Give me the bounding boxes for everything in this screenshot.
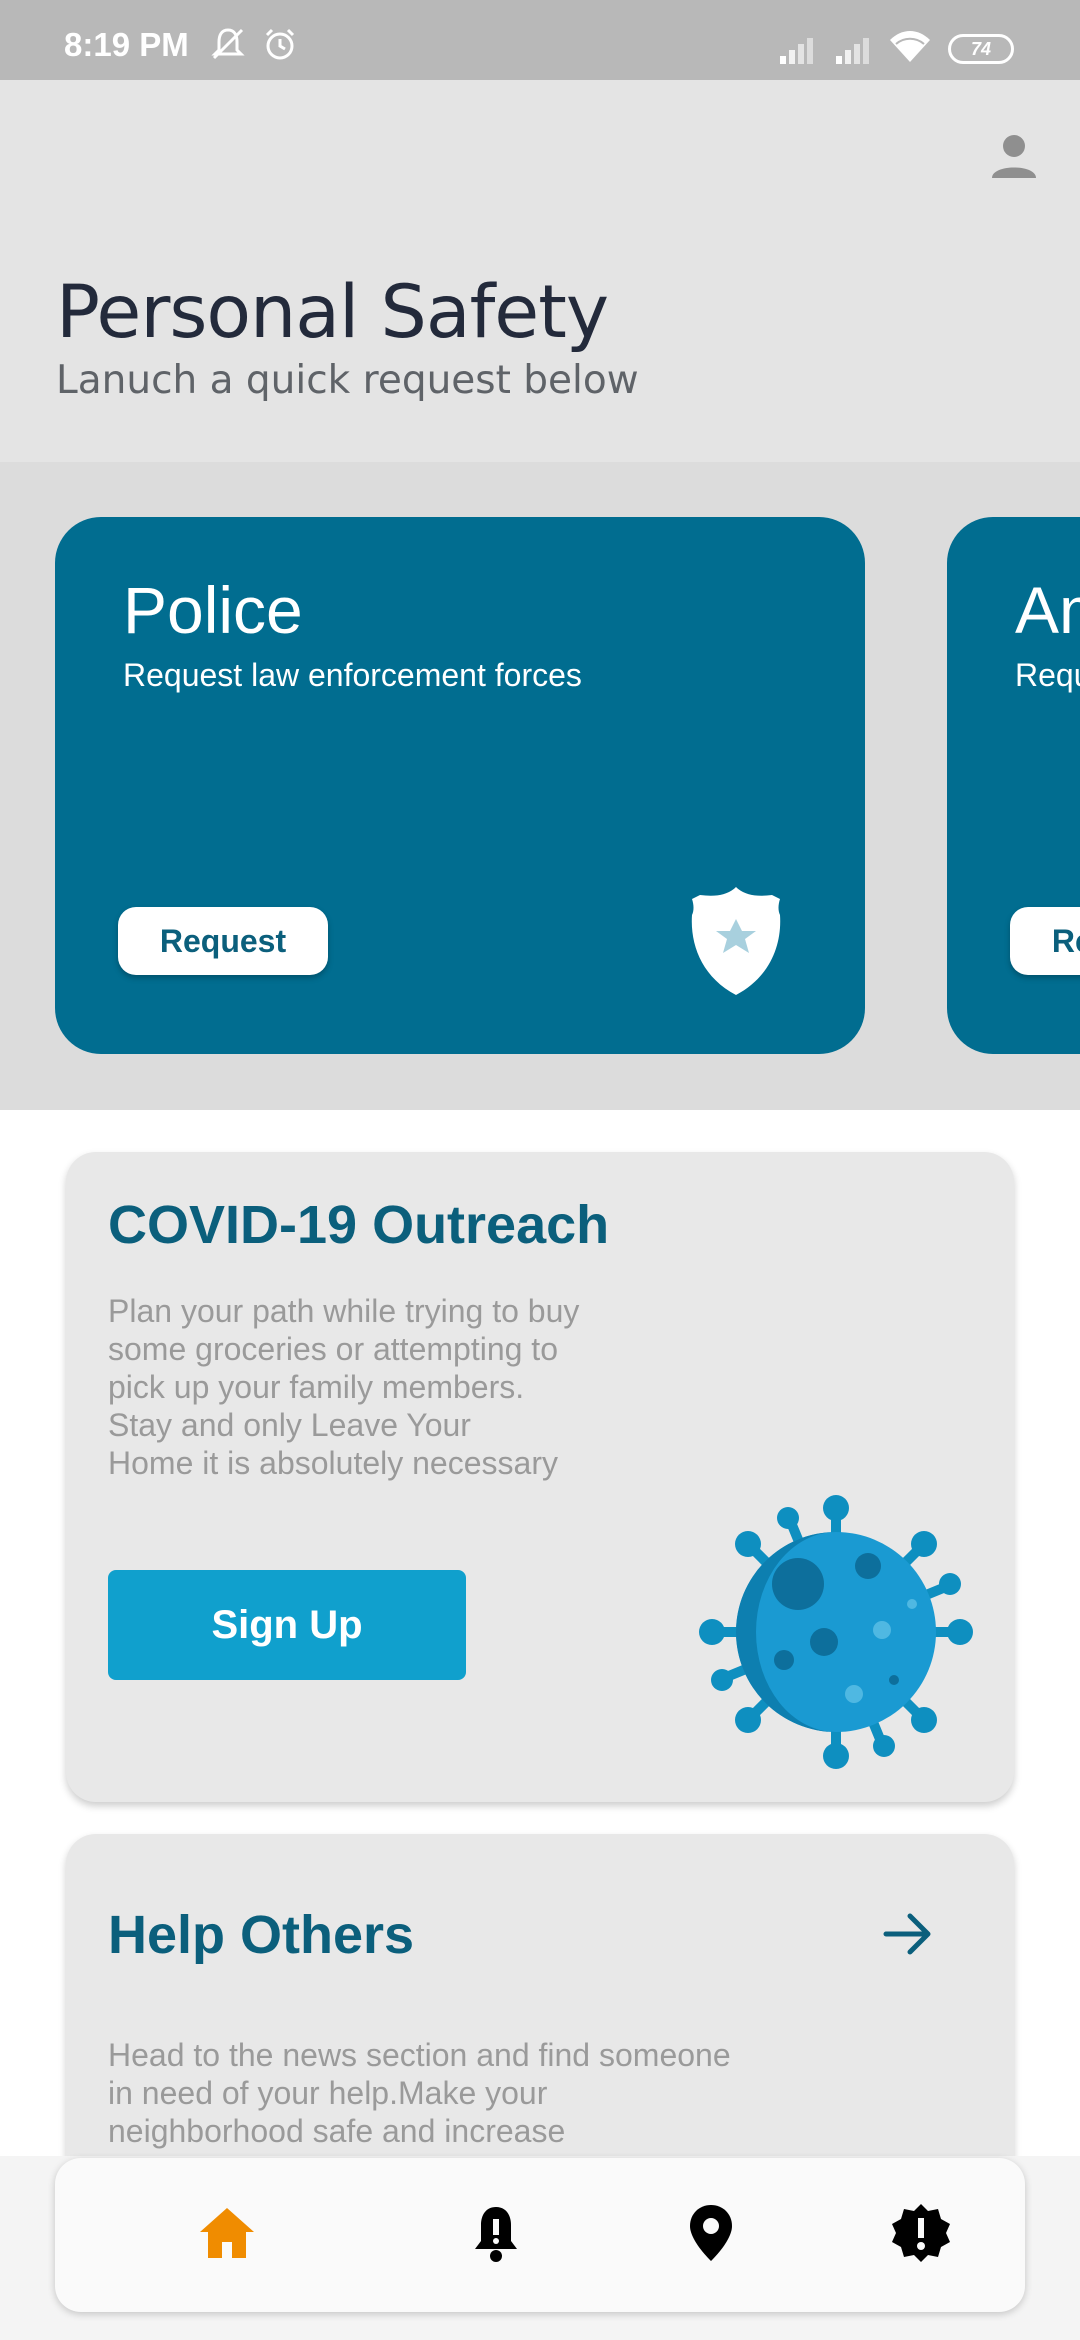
covid-description: Plan your path while trying to buy some …: [108, 1293, 580, 1481]
header: Personal Safety Lanuch a quick request b…: [0, 80, 1080, 462]
wifi-icon: [888, 28, 932, 69]
signal-icon: [778, 32, 820, 69]
nav-home[interactable]: [182, 2188, 272, 2278]
profile-icon[interactable]: [988, 130, 1040, 182]
page-subtitle: Lanuch a quick request below: [56, 358, 639, 403]
battery-indicator: 74: [948, 34, 1014, 64]
virus-icon: [686, 1482, 986, 1782]
mute-icon: [210, 26, 246, 67]
sign-up-button[interactable]: Sign Up: [108, 1570, 466, 1680]
page-title: Personal Safety: [56, 270, 609, 355]
home-icon: [200, 2208, 254, 2258]
request-button[interactable]: Request: [118, 907, 328, 975]
bottom-navigation: [55, 2158, 1025, 2312]
card-title: Ambulance: [1015, 573, 1080, 647]
card-description: Request medical assistance: [1015, 657, 1080, 693]
help-title: Help Others: [108, 1905, 415, 1965]
location-pin-icon: [690, 2205, 732, 2261]
card-title: Police: [123, 573, 303, 647]
nav-notifications[interactable]: [451, 2188, 541, 2278]
request-button[interactable]: Request: [1010, 907, 1080, 975]
covid-outreach-card: COVID-19 Outreach Plan your path while t…: [66, 1152, 1014, 1802]
service-carousel[interactable]: Police Request law enforcement forces Re…: [0, 462, 1080, 1110]
card-description: Request law enforcement forces: [123, 657, 582, 693]
service-card-ambulance[interactable]: Ambulance Request medical assistance Req…: [947, 517, 1080, 1054]
alarm-icon: [262, 26, 298, 67]
status-bar: 8:19 PM 74: [0, 0, 1080, 80]
signal-icon: [834, 32, 876, 69]
bell-icon: [475, 2207, 517, 2262]
police-badge-icon: [688, 885, 784, 997]
status-time: 8:19 PM: [64, 26, 189, 63]
help-description: Head to the news section and find someon…: [108, 2037, 731, 2149]
covid-title: COVID-19 Outreach: [108, 1195, 610, 1255]
nav-location[interactable]: [666, 2188, 756, 2278]
arrow-right-icon[interactable]: [878, 1904, 938, 1964]
service-card-police[interactable]: Police Request law enforcement forces Re…: [55, 517, 865, 1054]
nav-alerts[interactable]: [876, 2188, 966, 2278]
alert-badge-icon: [892, 2204, 950, 2262]
